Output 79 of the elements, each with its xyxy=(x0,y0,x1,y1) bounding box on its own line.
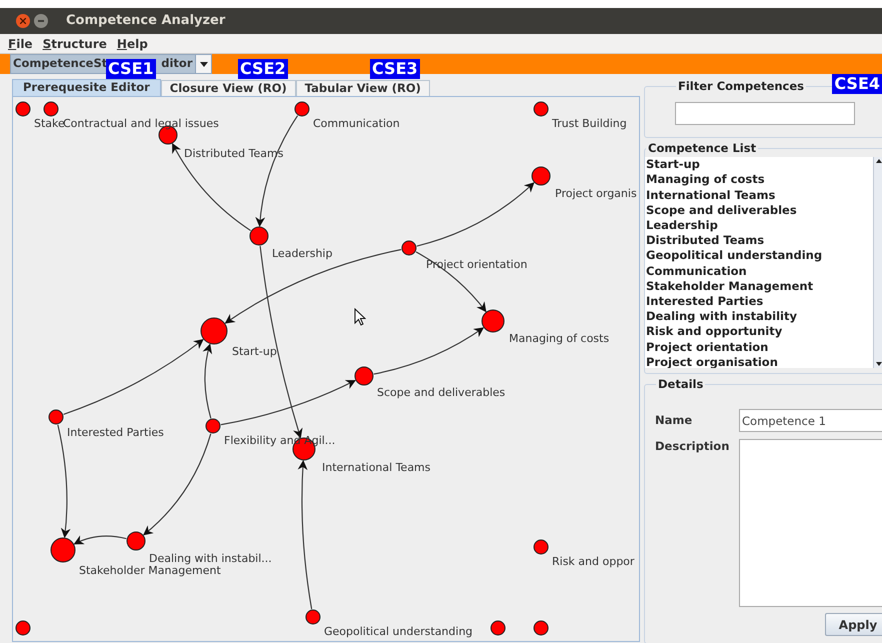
node-label: Managing of costs xyxy=(509,332,610,345)
graph-node[interactable] xyxy=(306,610,320,624)
filter-field[interactable] xyxy=(675,102,855,125)
node-label: Stake xyxy=(34,117,65,130)
graph-canvas[interactable] xyxy=(12,96,640,642)
field-label: Description xyxy=(655,439,730,456)
name-field[interactable]: Competence 1 xyxy=(739,409,882,432)
node-label: Interested Parties xyxy=(67,426,164,439)
list-item[interactable]: Distributed Teams xyxy=(645,233,873,248)
tab[interactable]: Closure View (RO) xyxy=(160,80,296,96)
annotation-tooltip: CSE4 xyxy=(832,74,882,94)
graph-node[interactable] xyxy=(294,102,310,116)
annotation-tooltip: CSE1 xyxy=(106,59,156,79)
node-label: International Teams xyxy=(322,461,431,474)
tab[interactable]: Prerequesite Editor xyxy=(12,79,161,96)
group-title: Filter Competences xyxy=(677,78,806,95)
edge-arrow xyxy=(74,536,126,544)
graph-node[interactable] xyxy=(402,240,416,256)
dropdown-value: CompetenceSt xyxy=(12,55,108,72)
list-item[interactable]: Start-up xyxy=(645,157,873,172)
list-item[interactable]: Communication xyxy=(645,264,873,279)
scroll-up-icon[interactable] xyxy=(876,159,882,164)
graph-node[interactable] xyxy=(534,540,548,554)
group-title: Details xyxy=(657,376,704,393)
graph-node[interactable] xyxy=(354,366,374,386)
graph-node[interactable] xyxy=(16,102,30,116)
group-title: Competence List xyxy=(647,140,758,157)
graph-node[interactable] xyxy=(490,620,506,636)
menu-item[interactable]: Help xyxy=(116,34,148,52)
list-item[interactable]: Geopolitical understanding xyxy=(645,248,873,264)
node-label: Project organis xyxy=(555,187,637,200)
scrollbar[interactable] xyxy=(873,157,882,368)
graph-node[interactable] xyxy=(44,102,58,116)
list-item[interactable]: International Teams xyxy=(645,188,873,203)
menu-item[interactable]: Structure xyxy=(42,34,107,52)
list-item[interactable]: Project orientation xyxy=(645,340,873,355)
minimize-icon[interactable] xyxy=(34,14,48,28)
list-item[interactable]: Stakeholder Management xyxy=(645,278,873,294)
list-item[interactable]: Leadership xyxy=(645,218,873,234)
description-field[interactable] xyxy=(739,439,882,608)
annotation-tooltip: CSE2 xyxy=(238,59,288,79)
graph-node[interactable] xyxy=(200,318,228,344)
graph-node[interactable] xyxy=(16,620,30,636)
menu-item[interactable]: File xyxy=(8,34,33,52)
graph-node[interactable] xyxy=(250,226,268,246)
node-label: Stakeholder Management xyxy=(79,564,221,577)
graph-node[interactable] xyxy=(534,620,548,636)
list-item[interactable]: Interested Parties xyxy=(645,294,873,310)
list-item[interactable]: Managing of costs xyxy=(645,172,873,188)
graph-node[interactable] xyxy=(206,418,220,434)
node-label: Communication xyxy=(313,117,400,130)
field-label: Name xyxy=(655,412,694,430)
close-icon[interactable] xyxy=(16,14,30,28)
node-label: Scope and deliverables xyxy=(377,386,506,399)
graph-node[interactable] xyxy=(48,410,64,424)
node-label: Contractual and legal issues xyxy=(63,117,219,130)
dropdown-value: ditor xyxy=(161,55,192,72)
scroll-down-icon[interactable] xyxy=(876,362,882,366)
node-label: Risk and oppor xyxy=(552,555,634,568)
graph-node[interactable] xyxy=(534,102,548,116)
annotation-tooltip: CSE3 xyxy=(370,59,420,79)
node-label: Leadership xyxy=(272,247,332,260)
list-item[interactable]: Dealing with instability xyxy=(645,309,873,324)
apply-button[interactable]: Apply xyxy=(825,613,882,636)
list-item[interactable]: Risk and opportunity xyxy=(645,324,873,340)
cursor-icon xyxy=(354,308,366,326)
graph-node[interactable] xyxy=(532,166,550,186)
node-label: Start-up xyxy=(232,345,277,358)
graph-node[interactable] xyxy=(50,538,76,562)
tab[interactable]: Tabular View (RO) xyxy=(296,80,430,96)
node-label: Trust Building xyxy=(552,117,627,130)
list-item[interactable]: Scope and deliverables xyxy=(645,202,873,218)
list-item[interactable]: Project organisation xyxy=(645,354,873,368)
caret-icon[interactable] xyxy=(195,55,211,73)
graph-node[interactable] xyxy=(482,310,504,332)
node-label: Dealing with instabil... xyxy=(149,552,272,565)
window-title: Competence Analyzer xyxy=(66,12,226,30)
node-label: Geopolitical understanding xyxy=(324,625,473,638)
graph-node[interactable] xyxy=(126,532,146,550)
